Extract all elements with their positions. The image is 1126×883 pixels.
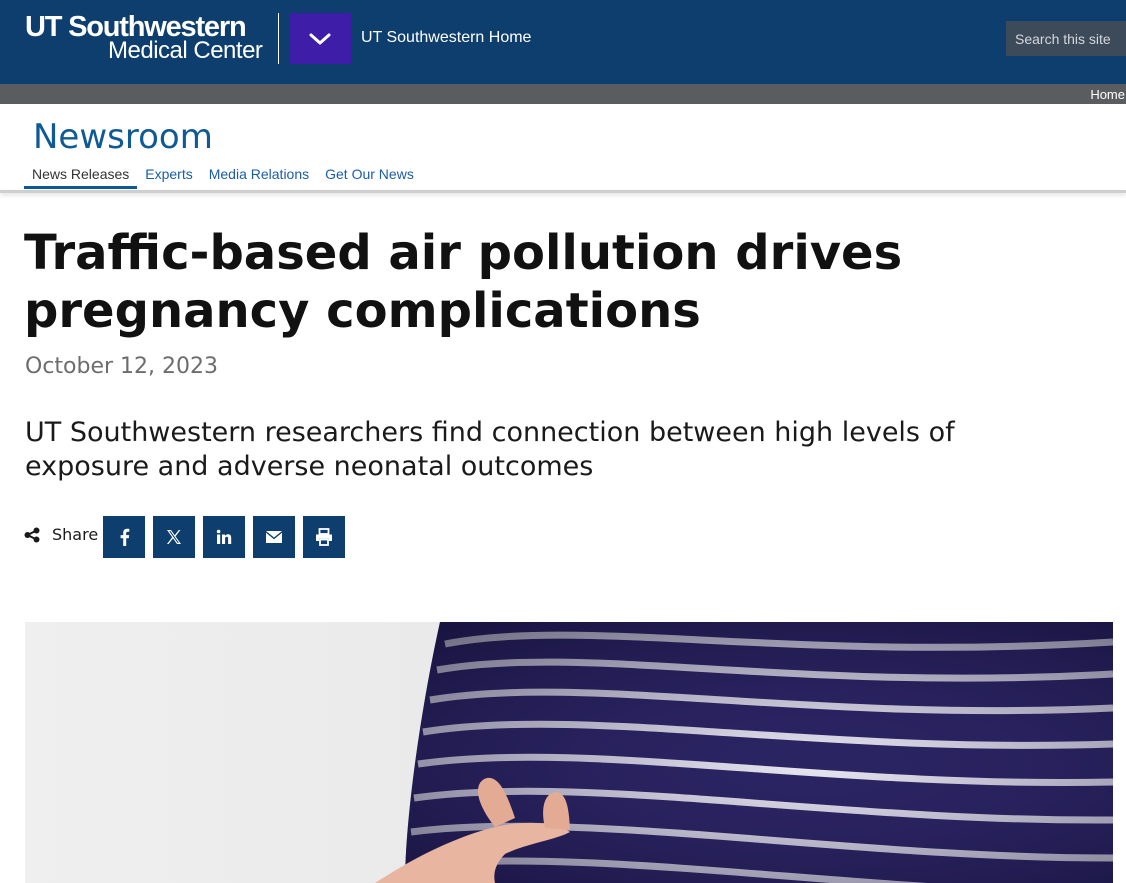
- chevron-down-icon: [309, 33, 331, 44]
- tab-get-our-news[interactable]: Get Our News: [317, 164, 422, 189]
- share-x-button[interactable]: [153, 516, 195, 558]
- pregnant-belly-photo: [25, 622, 1113, 883]
- site-header: UT Southwestern Medical Center UT Southw…: [0, 0, 1126, 84]
- facebook-icon: [120, 528, 129, 546]
- section-title[interactable]: Newsroom: [33, 117, 213, 157]
- article-hero-image: [25, 622, 1113, 883]
- share-linkedin-button[interactable]: [203, 516, 245, 558]
- logo-line-2: Medical Center: [108, 37, 263, 64]
- linkedin-icon: [216, 529, 232, 544]
- breadcrumb-home-link[interactable]: Home: [1090, 87, 1125, 102]
- utsw-home-link[interactable]: UT Southwestern Home: [361, 29, 531, 47]
- section-nav: News Releases Experts Media Relations Ge…: [24, 164, 422, 189]
- share-nodes-icon: [24, 527, 40, 542]
- section-divider: [0, 190, 1126, 193]
- article-date: October 12, 2023: [25, 354, 219, 379]
- share-facebook-button[interactable]: [103, 516, 145, 558]
- print-icon: [316, 528, 332, 546]
- tab-news-releases[interactable]: News Releases: [24, 164, 138, 189]
- tab-media-relations[interactable]: Media Relations: [201, 164, 317, 189]
- article-subheadline: UT Southwestern researchers find connect…: [25, 417, 955, 482]
- share-email-button[interactable]: [253, 516, 295, 558]
- envelope-icon: [266, 531, 282, 543]
- share-label: Share: [52, 525, 99, 544]
- tab-experts[interactable]: Experts: [137, 164, 200, 189]
- search-input[interactable]: [1006, 21, 1126, 56]
- breadcrumb: Home: [0, 84, 1126, 104]
- utsw-logo[interactable]: UT Southwestern Medical Center: [25, 11, 267, 64]
- share-row: Share: [24, 525, 98, 544]
- menu-toggle-button[interactable]: [289, 13, 351, 64]
- article-headline: Traffic-based air pollution drives pregn…: [24, 225, 903, 339]
- x-twitter-icon: [167, 530, 181, 544]
- print-button[interactable]: [303, 516, 345, 558]
- logo-divider: [278, 13, 279, 64]
